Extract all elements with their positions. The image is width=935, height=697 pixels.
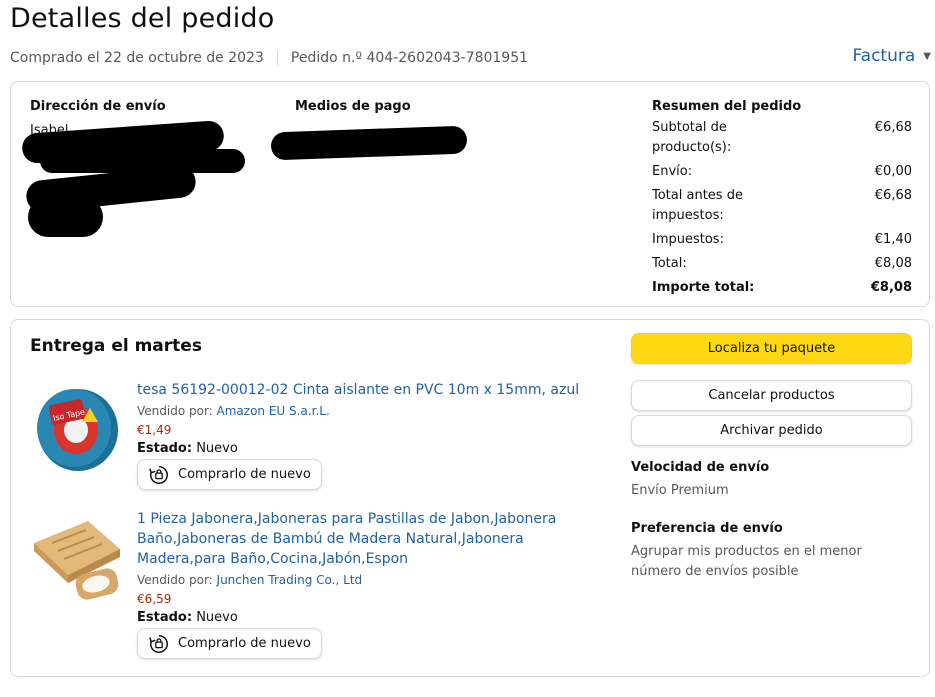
summary-row-grand-total: Importe total: €8,08 xyxy=(652,280,912,295)
shipping-preference-value: Agrupar mis productos en el menor número… xyxy=(631,544,862,579)
archive-order-button[interactable]: Archivar pedido xyxy=(631,415,912,446)
item-condition: Estado: Nuevo xyxy=(137,610,238,625)
divider xyxy=(276,50,278,66)
cancel-items-button[interactable]: Cancelar productos xyxy=(631,380,912,411)
page-title: Detalles del pedido xyxy=(10,3,275,34)
tape-product-image[interactable]: Iso Tape xyxy=(30,382,125,477)
buy-again-button[interactable]: Comprarlo de nuevo xyxy=(137,459,322,490)
purchase-date: Comprado el 22 de octubre de 2023 xyxy=(10,50,264,66)
summary-row-pretax: Total antes de impuestos: €6,68 xyxy=(652,188,912,223)
invoice-dropdown[interactable]: Factura ▼ xyxy=(852,46,931,66)
item-title-link[interactable]: tesa 56192-00012-02 Cinta aislante en PV… xyxy=(137,380,587,400)
chevron-down-icon: ▼ xyxy=(923,50,931,62)
item-condition: Estado: Nuevo xyxy=(137,441,238,456)
soap-dish-product-image[interactable] xyxy=(30,513,125,608)
shipping-preference-heading: Preferencia de envío xyxy=(631,521,783,536)
track-package-button[interactable]: Localiza tu paquete xyxy=(631,333,912,364)
order-number: Pedido n.º 404-2602043-7801951 xyxy=(290,50,529,66)
shipping-speed-heading: Velocidad de envío xyxy=(631,460,770,475)
redaction-mark xyxy=(270,125,468,161)
redaction-mark xyxy=(28,197,103,237)
payment-method-heading: Medios de pago xyxy=(295,99,411,114)
buy-again-button[interactable]: Comprarlo de nuevo xyxy=(137,628,322,659)
order-summary: Resumen del pedido Subtotal de producto(… xyxy=(652,99,912,302)
payment-method: Medios de pago xyxy=(270,99,535,161)
order-summary-heading: Resumen del pedido xyxy=(652,99,802,114)
summary-row-tax: Impuestos: €1,40 xyxy=(652,232,912,247)
order-info-panel: Dirección de envío Isabel Medios de pago… xyxy=(10,81,930,307)
item-info: 1 Pieza Jabonera,Jaboneras para Pastilla… xyxy=(137,509,587,659)
shipment-actions: Localiza tu paquete Cancelar productos A… xyxy=(631,333,912,582)
shipment-panel: Entrega el martes Iso Tape tesa 56192-00… xyxy=(10,319,930,677)
seller-link[interactable]: Amazon EU S.a.r.L. xyxy=(217,404,330,418)
shipping-speed-value: Envío Premium xyxy=(631,483,729,498)
shipping-address: Dirección de envío Isabel xyxy=(21,99,260,237)
item-seller: Vendido por: Junchen Trading Co., Ltd xyxy=(137,573,363,587)
order-item: Iso Tape tesa 56192-00012-02 Cinta aisla… xyxy=(30,380,590,495)
item-info: tesa 56192-00012-02 Cinta aislante en PV… xyxy=(137,380,587,490)
summary-row-total: Total: €8,08 xyxy=(652,256,912,271)
item-price: €1,49 xyxy=(137,423,172,437)
order-item: 1 Pieza Jabonera,Jaboneras para Pastilla… xyxy=(30,509,590,659)
shipping-address-heading: Dirección de envío xyxy=(30,99,166,114)
item-title-link[interactable]: 1 Pieza Jabonera,Jaboneras para Pastilla… xyxy=(137,509,587,569)
buy-again-icon xyxy=(149,634,168,653)
item-price: €6,59 xyxy=(137,592,172,606)
item-seller: Vendido por: Amazon EU S.a.r.L. xyxy=(137,404,330,418)
summary-row-shipping: Envío: €0,00 xyxy=(652,164,912,179)
invoice-label[interactable]: Factura xyxy=(852,46,915,66)
order-meta: Comprado el 22 de octubre de 2023 Pedido… xyxy=(10,50,528,66)
delivery-status: Entrega el martes xyxy=(30,336,202,356)
seller-link[interactable]: Junchen Trading Co., Ltd xyxy=(217,573,363,587)
summary-row-subtotal: Subtotal de producto(s): €6,68 xyxy=(652,120,912,155)
buy-again-icon xyxy=(149,465,168,484)
